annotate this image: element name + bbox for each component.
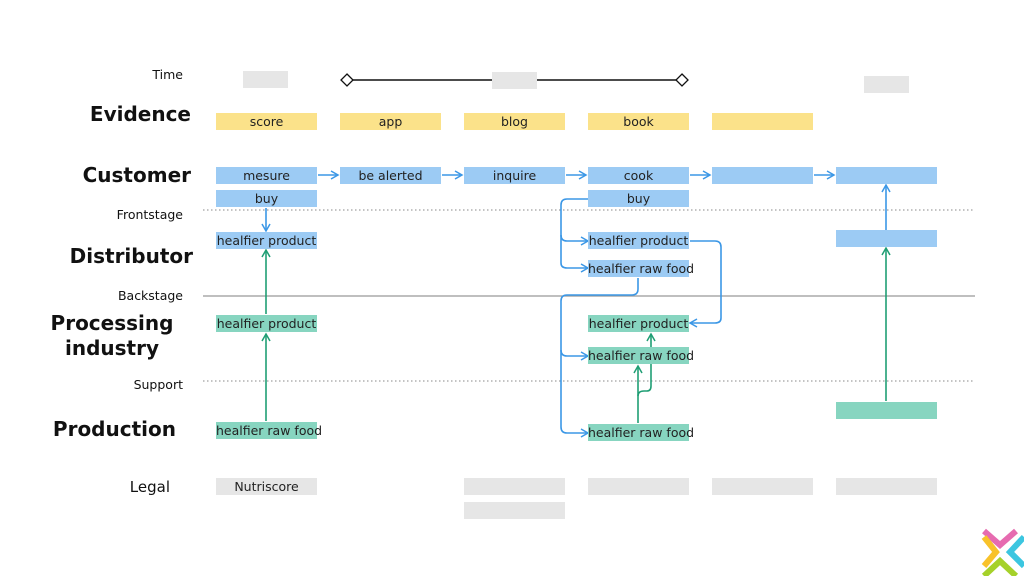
evidence-card <box>712 113 813 130</box>
evidence-card: blog <box>464 113 565 130</box>
evidence-card: book <box>588 113 689 130</box>
processing-card: healfier product <box>216 315 317 332</box>
distributor-card <box>836 230 937 247</box>
lane-label-processing: Processing industry <box>50 311 174 360</box>
customer-action <box>712 167 813 184</box>
lane-label-evidence: Evidence <box>89 102 191 126</box>
lane-label-customer: Customer <box>82 163 191 187</box>
customer-action: mesure <box>216 167 317 184</box>
legal-card <box>588 478 689 495</box>
green-arrows <box>261 246 891 423</box>
customer-action: buy <box>588 190 689 207</box>
processing-card: healfier product <box>588 315 689 332</box>
processing-card: healfier raw food <box>588 347 695 364</box>
customer-action: be alerted <box>340 167 441 184</box>
lane-label-production: Production <box>52 417 176 441</box>
evidence-card: score <box>216 113 317 130</box>
legal-card <box>712 478 813 495</box>
distributor-card: healfier product <box>216 232 317 249</box>
time-placeholder <box>243 71 288 88</box>
legal-card: Nutriscore <box>216 478 317 495</box>
customer-action: buy <box>216 190 317 207</box>
production-card: healfier raw food <box>216 422 323 439</box>
blue-arrows <box>261 170 891 438</box>
lane-label-distributor: Distributor <box>69 244 193 268</box>
customer-action: inquire <box>464 167 565 184</box>
time-placeholder <box>864 76 909 93</box>
customer-action <box>836 167 937 184</box>
lane-label-backstage: Backstage <box>117 288 183 303</box>
lane-label-legal: Legal <box>129 478 170 496</box>
production-card: healfier raw food <box>588 424 695 441</box>
legal-card <box>464 478 565 495</box>
logo <box>981 528 1024 576</box>
distributor-card: healfier product <box>588 232 689 249</box>
lane-label-support: Support <box>133 377 183 392</box>
customer-action: cook <box>588 167 689 184</box>
legal-card <box>836 478 937 495</box>
legal-card <box>464 502 565 519</box>
lane-label-frontstage: Frontstage <box>116 207 183 222</box>
distributor-card: healfier raw food <box>588 260 695 277</box>
lane-label-time: Time <box>152 67 183 82</box>
evidence-card: app <box>340 113 441 130</box>
production-card <box>836 402 937 419</box>
time-placeholder <box>492 72 537 89</box>
